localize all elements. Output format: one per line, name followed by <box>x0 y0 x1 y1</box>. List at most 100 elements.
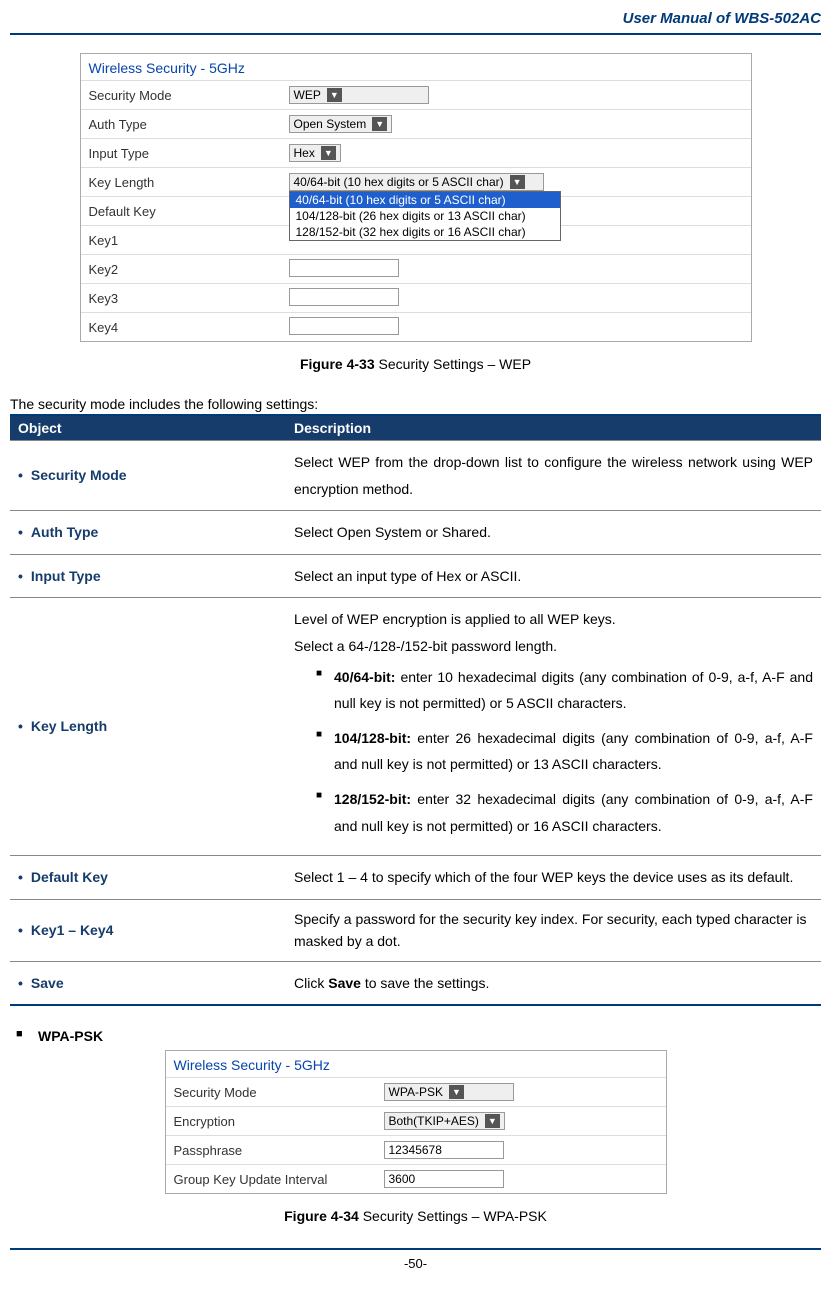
select-security-mode-value: WEP <box>294 88 321 102</box>
desc-default-key: Select 1 – 4 to specify which of the fou… <box>286 856 821 900</box>
key-length-option-0[interactable]: 40/64-bit (10 hex digits or 5 ASCII char… <box>290 192 560 208</box>
obj-input-type: Input Type <box>18 568 101 584</box>
caret-icon: ▼ <box>510 175 525 189</box>
key-length-dropdown[interactable]: 40/64-bit (10 hex digits or 5 ASCII char… <box>289 191 561 241</box>
wep-screenshot: Wireless Security - 5GHz Security Mode W… <box>80 53 752 342</box>
input-key2[interactable] <box>289 259 399 277</box>
obj-key-length: Key Length <box>18 718 107 734</box>
obj-default-key: Default Key <box>18 869 108 885</box>
select-auth-type-value: Open System <box>294 117 367 131</box>
row-wpa-encryption: Encryption Both(TKIP+AES) ▼ <box>166 1106 666 1135</box>
label-default-key: Default Key <box>89 204 289 219</box>
kl-bullet-1: 40/64-bit: enter 10 hexadecimal digits (… <box>316 664 813 717</box>
row-key2: Key2 <box>81 254 751 283</box>
figure-2-label: Figure 4-34 <box>284 1208 359 1224</box>
label-key2: Key2 <box>89 262 289 277</box>
th-object: Object <box>10 415 286 441</box>
kl-bullet-2: 104/128-bit: enter 26 hexadecimal digits… <box>316 725 813 778</box>
kl-b2-label: 104/128-bit: <box>334 730 411 746</box>
label-wpa-encryption: Encryption <box>174 1114 384 1129</box>
save-bold: Save <box>328 975 361 991</box>
row-key-length: Key Length 40/64-bit (10 hex digits or 5… <box>81 167 751 196</box>
desc-key1-4: Specify a password for the security key … <box>286 899 821 961</box>
save-pre: Click <box>294 975 328 991</box>
table-row: Input Type Select an input type of Hex o… <box>10 554 821 598</box>
page-header-title: User Manual of WBS-502AC <box>10 10 821 35</box>
label-security-mode: Security Mode <box>89 88 289 103</box>
wep-panel-title: Wireless Security - 5GHz <box>81 54 751 80</box>
select-wpa-secmode[interactable]: WPA-PSK ▼ <box>384 1083 514 1101</box>
desc-auth-type: Select Open System or Shared. <box>286 511 821 555</box>
desc-security-mode: Select WEP from the drop-down list to co… <box>286 441 821 511</box>
label-key-length: Key Length <box>89 175 289 190</box>
label-wpa-secmode: Security Mode <box>174 1085 384 1100</box>
label-key3: Key3 <box>89 291 289 306</box>
desc-key-length: Level of WEP encryption is applied to al… <box>286 598 821 856</box>
row-wpa-secmode: Security Mode WPA-PSK ▼ <box>166 1077 666 1106</box>
caret-icon: ▼ <box>449 1085 464 1099</box>
definitions-table: Object Description Security Mode Select … <box>10 414 821 1006</box>
input-key3[interactable] <box>289 288 399 306</box>
caret-icon: ▼ <box>327 88 342 102</box>
figure-1-caption: Figure 4-33 Security Settings – WEP <box>10 356 821 372</box>
input-wpa-passphrase[interactable]: 12345678 <box>384 1141 504 1159</box>
label-wpa-passphrase: Passphrase <box>174 1143 384 1158</box>
caret-icon: ▼ <box>485 1114 500 1128</box>
select-wpa-secmode-value: WPA-PSK <box>389 1085 443 1099</box>
input-wpa-gkui[interactable]: 3600 <box>384 1170 504 1188</box>
select-input-type[interactable]: Hex ▼ <box>289 144 341 162</box>
figure-2-caption: Figure 4-34 Security Settings – WPA-PSK <box>10 1208 821 1224</box>
table-row: Save Click Save to save the settings. <box>10 961 821 1005</box>
row-wpa-passphrase: Passphrase 12345678 <box>166 1135 666 1164</box>
kl-b1-label: 40/64-bit: <box>334 669 395 685</box>
table-row: Key Length Level of WEP encryption is ap… <box>10 598 821 856</box>
label-key1: Key1 <box>89 233 289 248</box>
row-wpa-gkui: Group Key Update Interval 3600 <box>166 1164 666 1193</box>
select-input-type-value: Hex <box>294 146 315 160</box>
key-length-option-1[interactable]: 104/128-bit (26 hex digits or 13 ASCII c… <box>290 208 560 224</box>
input-key4[interactable] <box>289 317 399 335</box>
page-number: -50- <box>404 1256 427 1271</box>
obj-auth-type: Auth Type <box>18 524 98 540</box>
wpa-screenshot: Wireless Security - 5GHz Security Mode W… <box>165 1050 667 1194</box>
label-input-type: Input Type <box>89 146 289 161</box>
select-wpa-encryption-value: Both(TKIP+AES) <box>389 1114 479 1128</box>
desc-save: Click Save to save the settings. <box>286 961 821 1005</box>
kl-bullet-3: 128/152-bit: enter 32 hexadecimal digits… <box>316 786 813 839</box>
desc-input-type: Select an input type of Hex or ASCII. <box>286 554 821 598</box>
row-input-type: Input Type Hex ▼ <box>81 138 751 167</box>
table-header-row: Object Description <box>10 415 821 441</box>
caret-icon: ▼ <box>372 117 387 131</box>
figure-1-label: Figure 4-33 <box>300 356 375 372</box>
intro-text: The security mode includes the following… <box>10 396 821 412</box>
obj-security-mode: Security Mode <box>18 467 127 483</box>
figure-2-wrapper: Wireless Security - 5GHz Security Mode W… <box>10 1050 821 1194</box>
obj-key1-4: Key1 – Key4 <box>18 922 113 938</box>
key-length-option-2[interactable]: 128/152-bit (32 hex digits or 16 ASCII c… <box>290 224 560 240</box>
caret-icon: ▼ <box>321 146 336 160</box>
figure-1-caption-text: Security Settings – WEP <box>375 356 531 372</box>
row-security-mode: Security Mode WEP ▼ <box>81 80 751 109</box>
select-key-length-value: 40/64-bit (10 hex digits or 5 ASCII char… <box>294 175 504 189</box>
table-row: Auth Type Select Open System or Shared. <box>10 511 821 555</box>
wpa-panel-title: Wireless Security - 5GHz <box>166 1051 666 1077</box>
kl-intro2: Select a 64-/128-/152-bit password lengt… <box>294 633 813 660</box>
row-auth-type: Auth Type Open System ▼ <box>81 109 751 138</box>
kl-b1-text: enter 10 hexadecimal digits (any combina… <box>334 669 813 712</box>
row-key4: Key4 <box>81 312 751 341</box>
select-key-length[interactable]: 40/64-bit (10 hex digits or 5 ASCII char… <box>289 173 544 191</box>
page-footer: -50- <box>10 1248 821 1271</box>
wpa-psk-heading: WPA-PSK <box>38 1028 821 1044</box>
label-auth-type: Auth Type <box>89 117 289 132</box>
table-row: Default Key Select 1 – 4 to specify whic… <box>10 856 821 900</box>
th-description: Description <box>286 415 821 441</box>
select-security-mode[interactable]: WEP ▼ <box>289 86 429 104</box>
label-key4: Key4 <box>89 320 289 335</box>
label-wpa-gkui: Group Key Update Interval <box>174 1172 384 1187</box>
select-auth-type[interactable]: Open System ▼ <box>289 115 393 133</box>
kl-b3-label: 128/152-bit: <box>334 791 411 807</box>
row-key3: Key3 <box>81 283 751 312</box>
table-row: Security Mode Select WEP from the drop-d… <box>10 441 821 511</box>
select-wpa-encryption[interactable]: Both(TKIP+AES) ▼ <box>384 1112 505 1130</box>
table-row: Key1 – Key4 Specify a password for the s… <box>10 899 821 961</box>
